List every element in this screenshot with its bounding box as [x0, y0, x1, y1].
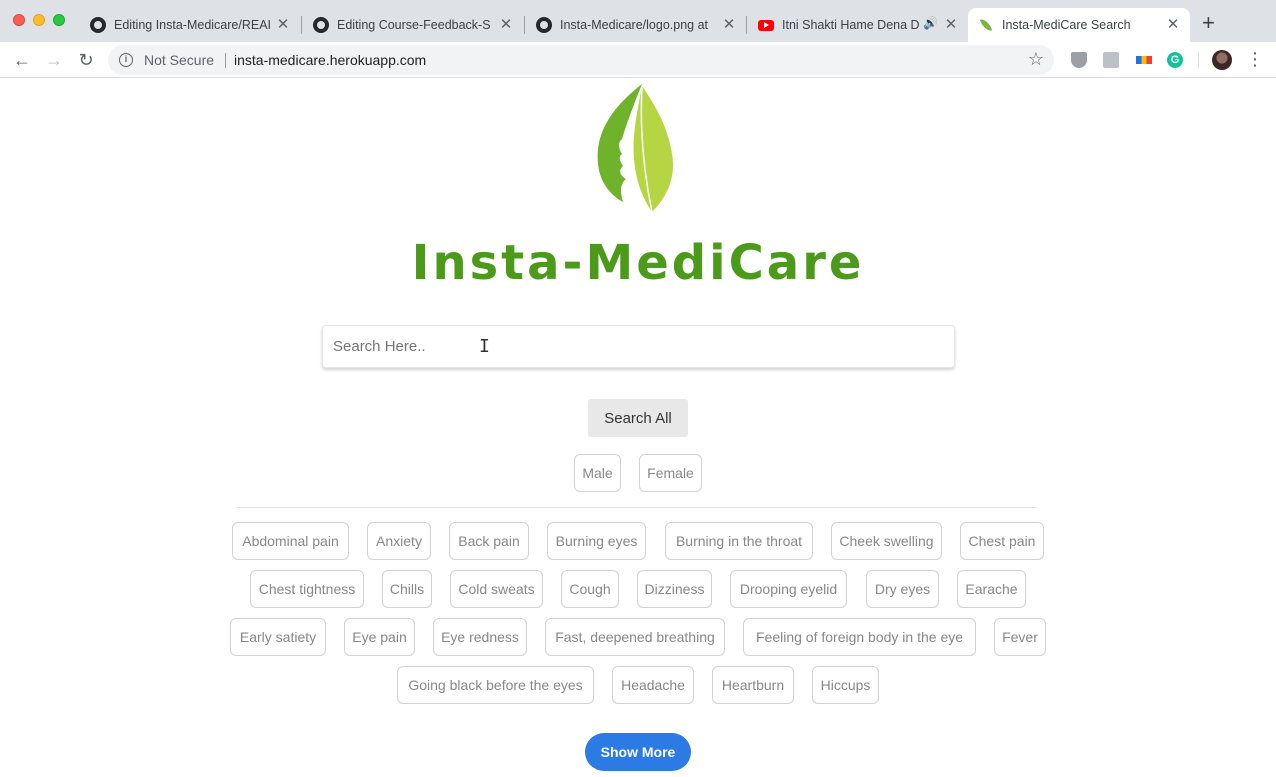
github-icon	[536, 17, 552, 33]
symptom-chip[interactable]: Chest pain	[960, 522, 1044, 560]
close-tab-icon[interactable]: ✕	[944, 17, 958, 33]
reload-icon[interactable]: ↻	[74, 48, 98, 72]
symptom-chip[interactable]: Cough	[561, 570, 619, 608]
symptom-chip[interactable]: Headache	[612, 666, 694, 704]
tab-separator	[301, 16, 302, 34]
speaker-icon[interactable]: 🔊	[923, 16, 938, 30]
symptom-chip[interactable]: Back pain	[449, 522, 529, 560]
symptom-chip[interactable]: Cheek swelling	[831, 522, 942, 560]
leaf-face-logo-icon	[597, 84, 674, 213]
url-text[interactable]: insta-medicare.herokuapp.com	[234, 52, 426, 68]
show-more-button[interactable]: Show More	[585, 733, 691, 771]
minimize-window-button[interactable]	[33, 14, 45, 26]
security-label[interactable]: Not Secure	[144, 52, 214, 68]
close-window-button[interactable]	[13, 14, 25, 26]
symptom-chip[interactable]: Heartburn	[712, 666, 794, 704]
symptom-chip[interactable]: Hiccups	[812, 666, 879, 704]
leaf-icon	[978, 17, 994, 33]
browser-tab[interactable]: Itni Shakti Hame Dena D 🔊 ✕	[748, 8, 968, 42]
mail-extension-icon[interactable]	[1103, 52, 1119, 68]
symptom-chip[interactable]: Early satiety	[230, 618, 326, 656]
browser-tab[interactable]: Insta-Medicare/logo.png at ✕	[526, 8, 746, 42]
symptom-chip[interactable]: Feeling of foreign body in the eye	[743, 618, 976, 656]
symptom-chip[interactable]: Dry eyes	[866, 570, 939, 608]
symptom-chip[interactable]: Dizziness	[637, 570, 712, 608]
browser-toolbar: ← → ↻ i Not Secure insta-medicare.heroku…	[0, 42, 1276, 78]
symptom-chip[interactable]: Burning eyes	[547, 522, 646, 560]
symptom-chip[interactable]: Abdominal pain	[232, 522, 349, 560]
search-all-button[interactable]: Search All	[588, 399, 688, 437]
tab-title: Editing Course-Feedback-S	[337, 18, 491, 32]
symptom-chip[interactable]: Drooping eyelid	[730, 570, 847, 608]
tab-title: Itni Shakti Hame Dena D	[782, 18, 920, 32]
close-tab-icon[interactable]: ✕	[276, 17, 290, 33]
youtube-icon	[758, 17, 774, 33]
close-tab-icon[interactable]: ✕	[499, 17, 513, 33]
maximize-window-button[interactable]	[53, 14, 65, 26]
text-cursor-icon: I	[479, 336, 490, 357]
flag-extension-icon[interactable]	[1136, 56, 1152, 64]
symptom-chip[interactable]: Chills	[382, 570, 432, 608]
shield-extension-icon[interactable]	[1071, 52, 1087, 68]
tab-title: Editing Insta-Medicare/REAI	[114, 18, 272, 32]
symptom-chip[interactable]: Anxiety	[367, 522, 431, 560]
symptom-chip[interactable]: Eye redness	[433, 618, 527, 656]
symptom-chip[interactable]: Eye pain	[344, 618, 415, 656]
toolbar-separator	[1198, 52, 1199, 68]
page-content: Insta-MediCare I Search All Male Female …	[0, 79, 1276, 777]
bookmark-star-icon[interactable]: ☆	[1028, 49, 1044, 70]
symptom-chip[interactable]: Earache	[957, 570, 1026, 608]
close-tab-icon[interactable]: ✕	[722, 17, 736, 33]
search-input[interactable]	[322, 325, 955, 368]
back-icon[interactable]: ←	[10, 48, 34, 72]
github-icon	[90, 17, 106, 33]
gender-male-chip[interactable]: Male	[574, 454, 621, 492]
tab-title: Insta-MediCare Search	[1002, 18, 1131, 32]
address-bar[interactable]: i Not Secure insta-medicare.herokuapp.co…	[108, 45, 1054, 75]
grammarly-icon[interactable]: G	[1167, 52, 1183, 68]
github-icon	[313, 17, 329, 33]
divider	[237, 507, 1037, 508]
logo-text: Insta-MediCare	[411, 235, 865, 291]
close-tab-icon[interactable]: ✕	[1166, 17, 1180, 33]
symptom-chip[interactable]: Fever	[994, 618, 1046, 656]
omnibox-separator	[225, 53, 226, 68]
symptom-chip[interactable]: Going black before the eyes	[397, 666, 594, 704]
menu-icon[interactable]: ⋮	[1246, 48, 1264, 70]
tab-separator	[524, 16, 525, 34]
browser-tab[interactable]: Editing Insta-Medicare/REAI ✕	[80, 8, 300, 42]
new-tab-icon[interactable]: +	[1202, 12, 1215, 34]
tab-separator	[746, 16, 747, 34]
symptom-chip[interactable]: Burning in the throat	[665, 522, 813, 560]
tab-strip: Editing Insta-Medicare/REAI ✕ Editing Co…	[0, 0, 1276, 42]
profile-avatar[interactable]	[1212, 50, 1232, 70]
forward-icon[interactable]: →	[42, 48, 66, 72]
symptom-chip[interactable]: Chest tightness	[250, 570, 364, 608]
gender-female-chip[interactable]: Female	[639, 454, 702, 492]
info-icon[interactable]: i	[119, 53, 133, 67]
browser-tab-active[interactable]: Insta-MediCare Search ✕	[968, 8, 1190, 42]
tab-title: Insta-Medicare/logo.png at	[560, 18, 709, 32]
symptom-chip[interactable]: Cold sweats	[450, 570, 543, 608]
symptom-chip[interactable]: Fast, deepened breathing	[545, 618, 725, 656]
browser-tab[interactable]: Editing Course-Feedback-S ✕	[303, 8, 523, 42]
